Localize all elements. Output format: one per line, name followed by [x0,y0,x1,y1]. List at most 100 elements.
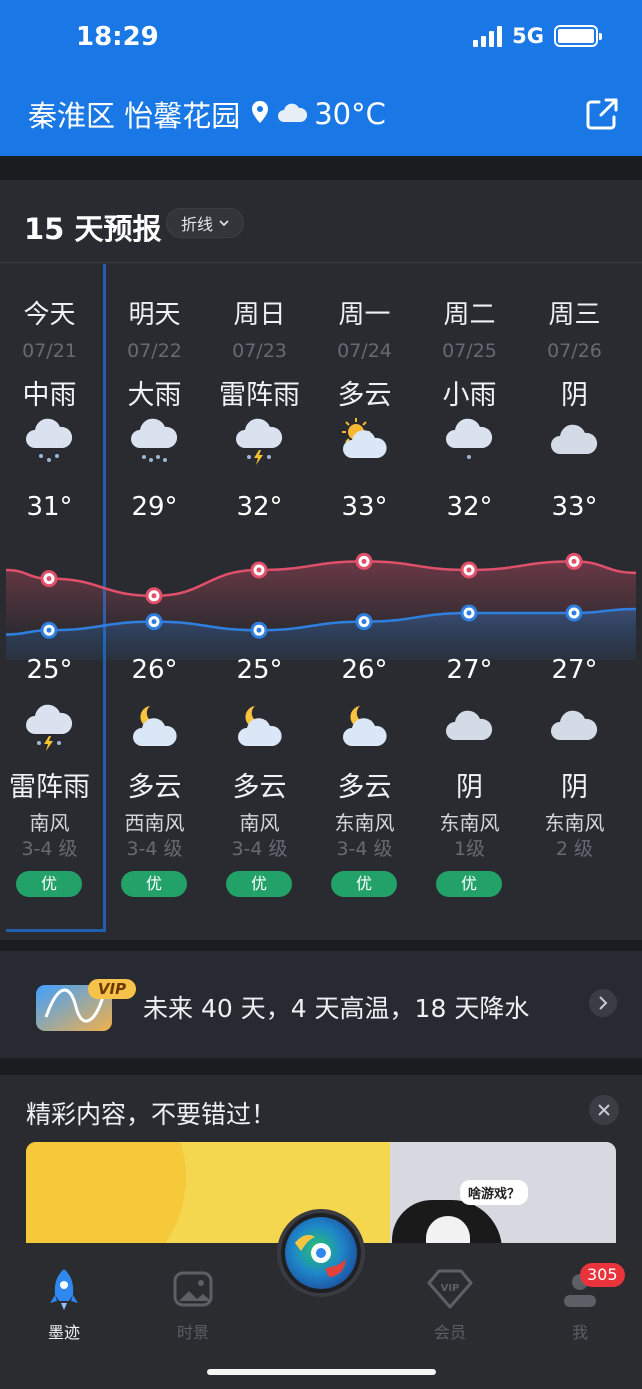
tab-label: 墨迹 [47,1323,80,1342]
tab-vip[interactable]: VIP 会员 [405,1267,495,1343]
forecast-high-temp: 32° [236,492,283,522]
data-point-center [571,558,577,564]
forecast-wind-level: 3-4 级 [21,838,78,860]
forecast-night-condition: 阴 [561,772,588,803]
forecast-wind-level: 2 级 [555,838,594,860]
chevron-right-icon[interactable] [589,989,617,1017]
forecast-night-condition: 多云 [232,772,287,803]
forecast-night-condition: 多云 [337,772,392,803]
forecast-wind-direction: 东南风 [544,811,605,835]
thunderstorm-icon [233,414,285,470]
forecast-day-condition: 阴 [561,380,588,411]
forecast-day-label: 今天 [23,300,76,330]
forecast-low-temp: 27° [446,655,493,685]
network-type: 5G [512,24,544,48]
app-header: 18:29 5G 秦淮区 怡馨花园 30°C [0,0,642,156]
partly-cloudy-day-icon [338,414,390,470]
vip-chart-icon: VIP [36,979,136,1035]
thunderstorm-icon [23,700,75,756]
forecast-high-temp: 29° [131,492,178,522]
svg-text:VIP: VIP [441,1283,460,1294]
current-temperature: 30°C [314,97,386,131]
forecast-low-temp: 26° [341,655,388,685]
forecast-day-label: 周日 [233,300,286,330]
signal-icon [473,25,503,47]
forecast-day-label: 周一 [338,300,391,330]
data-point-center [151,593,157,599]
tab-label: 时景 [176,1323,209,1342]
photo-icon [173,1271,213,1307]
data-point-center [466,610,472,616]
forecast-day-condition: 大雨 [127,380,182,411]
vip-forecast-text: 未来 40 天，4 天高温，18 天降水 [143,994,530,1023]
forecast-low-temp: 27° [551,655,598,685]
forecast-day-condition: 多云 [337,380,392,411]
status-indicators: 5G [473,24,602,48]
forecast-wind-level: 3-4 级 [336,838,393,860]
forecast-day-label: 明天 [128,300,181,330]
share-icon[interactable] [584,96,620,136]
location-name: 秦淮区 怡馨花园 [28,99,241,133]
data-point-center [151,619,157,625]
chevron-down-icon [219,220,229,227]
speech-bubble: 啥游戏？ [460,1180,529,1205]
forecast-day-condition: 雷阵雨 [219,380,300,411]
air-quality-badge: 优 [331,871,397,897]
overcast-icon [548,414,600,470]
heavy-rain-icon [128,414,180,470]
forecast-low-temp: 25° [26,655,73,685]
light-rain-icon [443,414,495,470]
forecast-wind-level: 3-4 级 [126,838,183,860]
forecast-night-condition: 阴 [456,772,483,803]
forecast-high-temp: 31° [26,492,73,522]
data-point-center [571,610,577,616]
forecast-low-temp: 25° [236,655,283,685]
data-point-center [361,619,367,625]
forecast-wind-direction: 东南风 [334,811,395,835]
vip-forecast-banner[interactable]: VIP 未来 40 天，4 天高温，18 天降水 [0,951,642,1058]
forecast-wind-direction: 东南风 [439,811,500,835]
card-divider [0,262,642,263]
rocket-icon [50,1269,78,1310]
chart-mode-toggle[interactable]: 折线 [166,208,245,238]
data-point-center [46,576,52,582]
recommend-title: 精彩内容，不要错过！ [26,1100,277,1129]
forecast-day-condition: 中雨 [22,380,77,411]
temperature-chart [5,552,637,660]
tab-scenes[interactable]: 时景 [148,1267,238,1343]
forecast-wind-direction: 南风 [29,811,70,835]
forecast-night-condition: 雷阵雨 [9,772,90,803]
forecast-wind-direction: 南风 [239,811,280,835]
forecast-day-label: 周二 [443,300,496,330]
close-icon[interactable] [589,1095,619,1125]
battery-icon [554,25,602,47]
chart-mode-label: 折线 [181,215,214,234]
radar-map-button[interactable] [277,1209,365,1297]
data-point-center [361,558,367,564]
forecast-wind-direction: 西南风 [124,811,185,835]
partly-cloudy-night-icon [338,700,390,756]
data-point-center [466,567,472,573]
partly-cloudy-night-icon [128,700,180,756]
forecast-high-temp: 33° [551,492,598,522]
vip-diamond-icon: VIP [427,1269,473,1309]
overcast-icon [443,700,495,756]
forecast-low-temp: 26° [131,655,178,685]
overcast-icon [548,700,600,756]
tab-moji[interactable]: 墨迹 [19,1267,109,1343]
forecast-date: 07/21 [22,340,77,362]
forecast-high-temp: 33° [341,492,388,522]
tab-label: 会员 [433,1323,466,1342]
notification-badge: 305 [580,1263,625,1287]
moderate-rain-icon [23,414,75,470]
forecast-wind-level: 3-4 级 [231,838,288,860]
forecast-date: 07/24 [337,340,392,362]
data-point-center [46,627,52,633]
forecast-date: 07/22 [127,340,182,362]
location-bar[interactable]: 秦淮区 怡馨花园 30°C [28,93,386,135]
vip-badge: VIP [98,980,126,998]
data-point-center [256,627,262,633]
forecast-high-temp: 32° [446,492,493,522]
air-quality-badge: 优 [436,871,502,897]
forecast-date: 07/25 [442,340,497,362]
